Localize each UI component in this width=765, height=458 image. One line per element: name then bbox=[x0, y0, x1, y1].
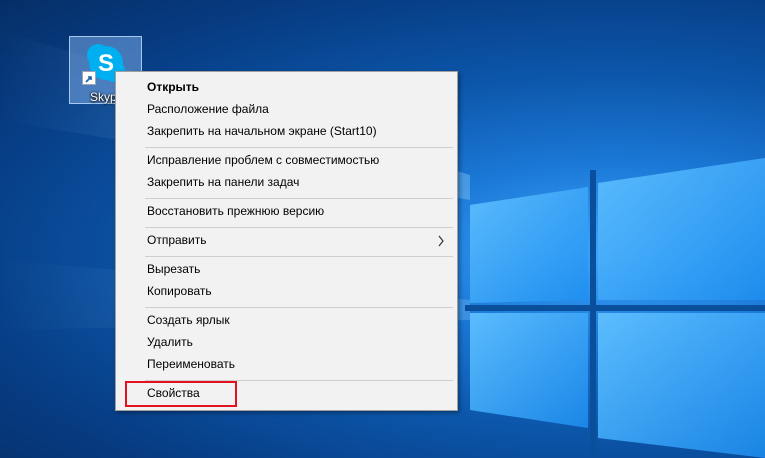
menu-item-create-shortcut[interactable]: Создать ярлык bbox=[118, 310, 455, 332]
menu-separator bbox=[145, 198, 453, 199]
menu-item-send-to[interactable]: Отправить bbox=[118, 230, 455, 252]
desktop-icon-label: Skyp bbox=[90, 90, 117, 104]
menu-item-label: Вырезать bbox=[147, 262, 201, 276]
menu-item-label: Расположение файла bbox=[147, 102, 269, 116]
menu-item-label: Переименовать bbox=[147, 357, 235, 371]
svg-text:S: S bbox=[98, 50, 114, 77]
menu-item-pin-start[interactable]: Закрепить на начальном экране (Start10) bbox=[118, 121, 455, 143]
menu-item-file-location[interactable]: Расположение файла bbox=[118, 99, 455, 121]
menu-item-label: Создать ярлык bbox=[147, 313, 230, 327]
menu-item-restore-previous-version[interactable]: Восстановить прежнюю версию bbox=[118, 201, 455, 223]
menu-separator bbox=[145, 256, 453, 257]
menu-item-label: Копировать bbox=[147, 284, 212, 298]
menu-item-troubleshoot-compatibility[interactable]: Исправление проблем с совместимостью bbox=[118, 150, 455, 172]
menu-separator bbox=[145, 227, 453, 228]
desktop[interactable]: S Skyp Открыть Расположение файла Закреп… bbox=[0, 0, 765, 458]
menu-item-delete[interactable]: Удалить bbox=[118, 332, 455, 354]
menu-item-label: Открыть bbox=[147, 80, 200, 94]
menu-item-label: Восстановить прежнюю версию bbox=[147, 204, 325, 218]
menu-item-pin-taskbar[interactable]: Закрепить на панели задач bbox=[118, 172, 455, 194]
menu-item-open[interactable]: Открыть bbox=[118, 77, 455, 99]
menu-item-rename[interactable]: Переименовать bbox=[118, 354, 455, 376]
menu-separator bbox=[145, 147, 453, 148]
menu-item-label: Удалить bbox=[147, 335, 193, 349]
menu-item-label: Отправить bbox=[147, 233, 207, 247]
menu-item-label: Закрепить на панели задач bbox=[147, 175, 300, 189]
menu-item-label: Исправление проблем с совместимостью bbox=[147, 153, 380, 167]
menu-separator bbox=[145, 307, 453, 308]
context-menu: Открыть Расположение файла Закрепить на … bbox=[115, 71, 458, 411]
menu-item-copy[interactable]: Копировать bbox=[118, 281, 455, 303]
shortcut-arrow-icon bbox=[82, 71, 96, 85]
highlight-box-properties bbox=[125, 381, 237, 407]
chevron-right-icon bbox=[438, 235, 444, 247]
menu-item-cut[interactable]: Вырезать bbox=[118, 259, 455, 281]
menu-item-label: Закрепить на начальном экране (Start10) bbox=[147, 124, 377, 138]
